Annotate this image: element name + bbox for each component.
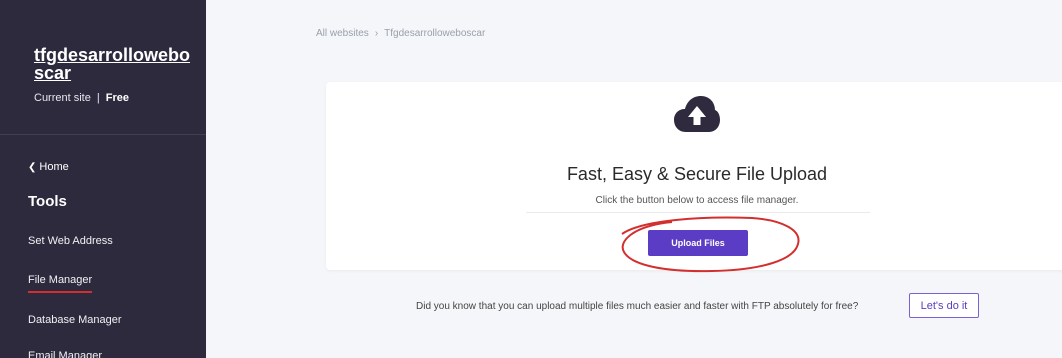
current-site-label: Current site [34,92,91,104]
sidebar-divider [0,134,206,135]
upload-files-button[interactable]: Upload Files [648,230,748,256]
tools-heading: Tools [28,193,67,210]
sidebar: tfgdesarrollowebo scar Current site | Free… [0,0,206,358]
meta-separator: | [96,92,100,104]
breadcrumb: All websites › Tfgdesarrolloweboscar [316,28,485,39]
upload-card: Fast, Easy & Secure File Upload Click th… [326,82,1062,270]
sidebar-item-email-manager[interactable]: Email Manager [28,350,102,358]
card-divider [526,212,870,213]
breadcrumb-current: Tfgdesarrolloweboscar [384,28,486,39]
lets-do-it-button[interactable]: Let's do it [909,293,979,318]
main-content: All websites › Tfgdesarrolloweboscar Fast,… [206,0,1062,358]
sidebar-item-set-web-address[interactable]: Set Web Address [28,235,113,247]
breadcrumb-all-websites[interactable]: All websites [316,28,369,39]
site-name-link[interactable]: tfgdesarrollowebo scar [34,46,194,82]
breadcrumb-arrow: › [374,28,379,39]
chevron-left-icon: ❮ [28,162,37,173]
home-link-label: Home [39,161,69,173]
card-subtitle: Click the button below to access file ma… [595,195,799,206]
sidebar-item-database-manager[interactable]: Database Manager [28,314,122,326]
sidebar-item-file-manager[interactable]: File Manager [28,274,93,293]
cloud-upload-icon [674,96,720,132]
card-title: Fast, Easy & Secure File Upload [566,164,828,184]
plan-badge: Free [105,92,129,104]
site-meta: Current site | Free [34,92,129,104]
ftp-promo-text: Did you know that you can upload multipl… [416,301,859,312]
home-link[interactable]: ❮ Home [28,161,69,173]
